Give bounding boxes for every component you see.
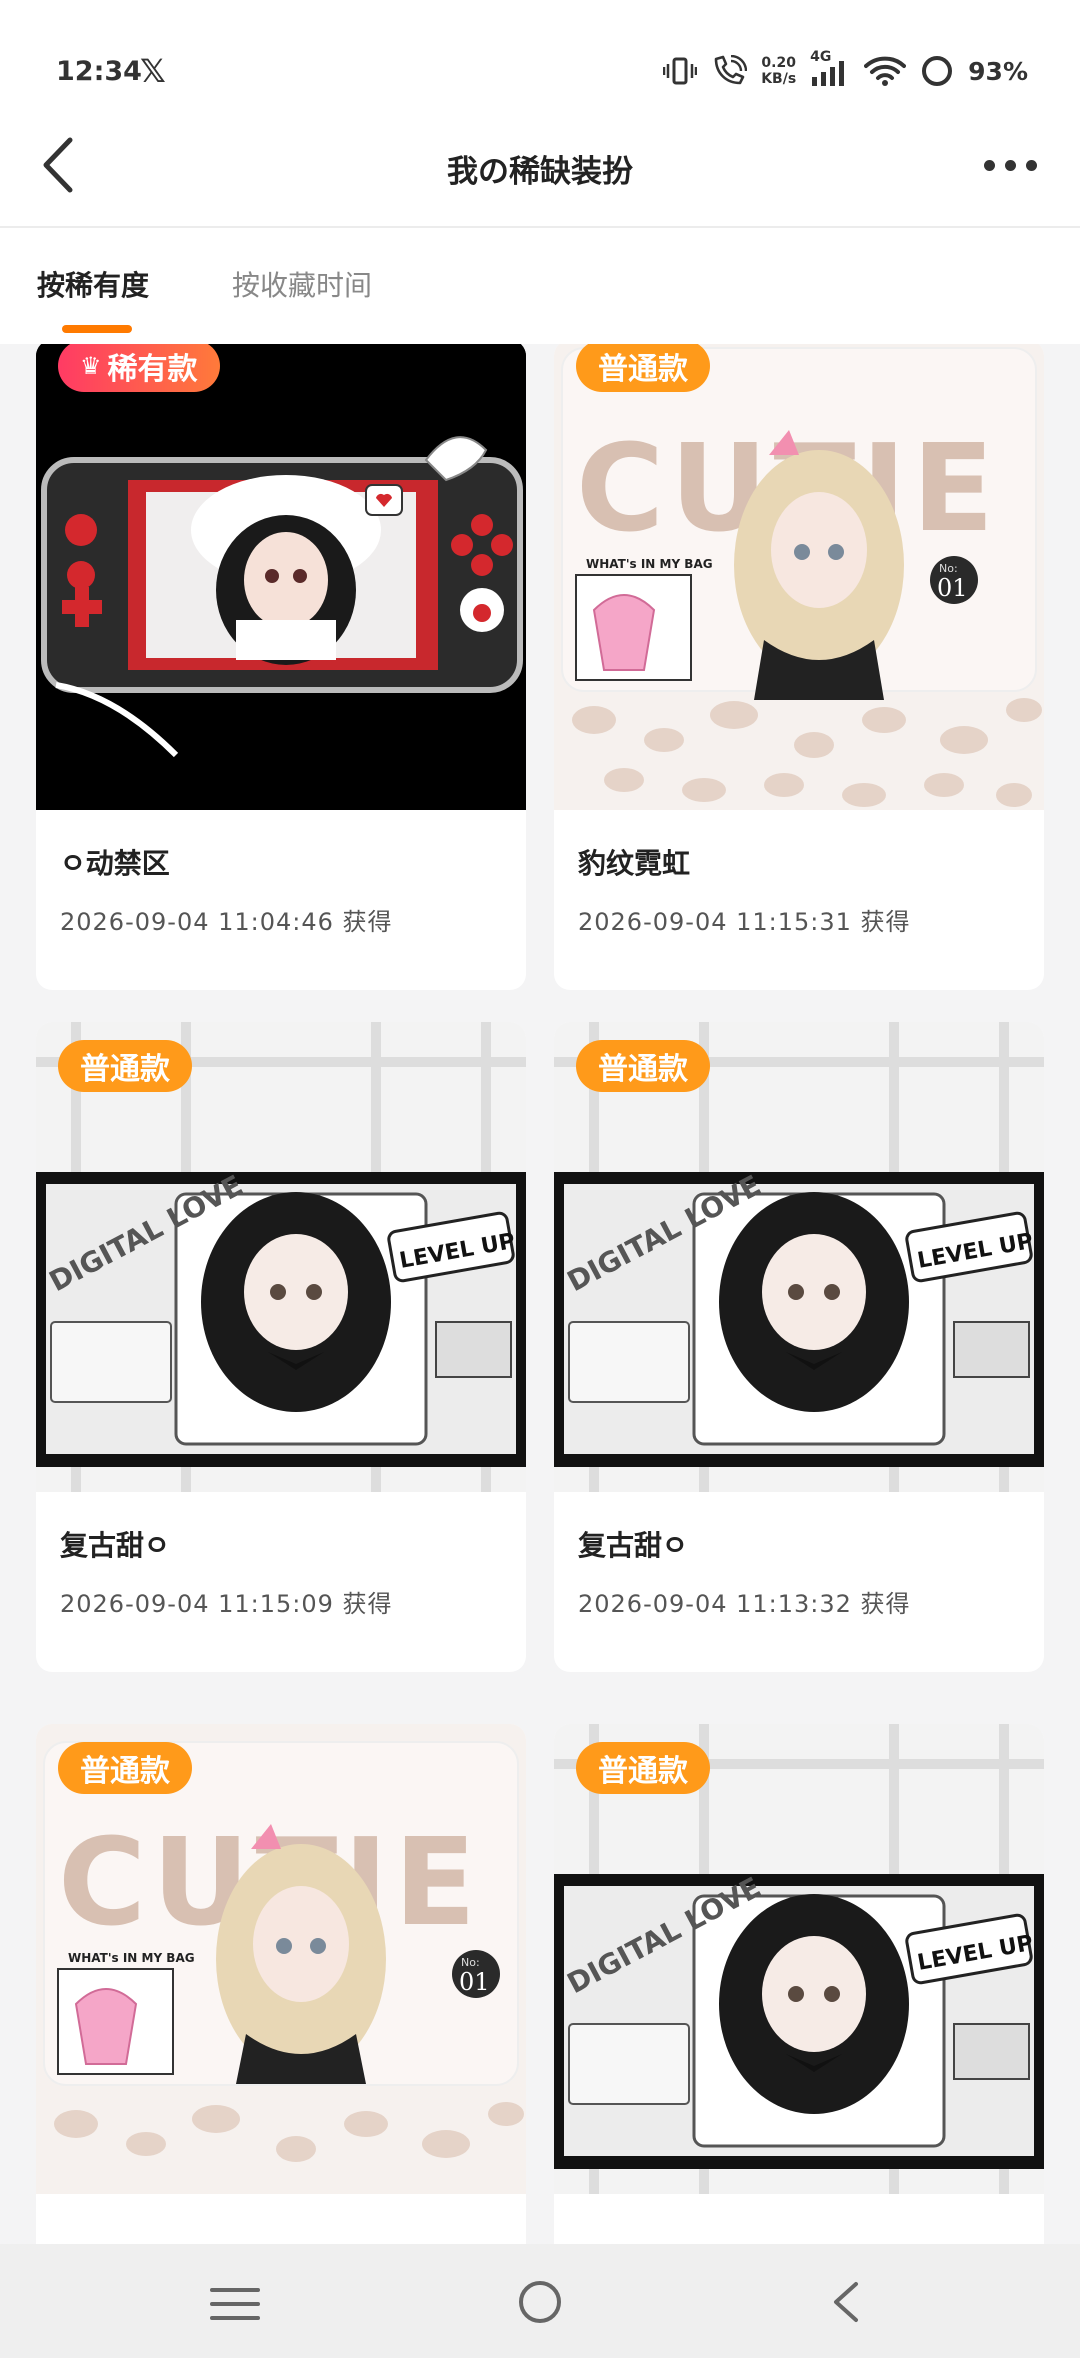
active-tab-indicator bbox=[62, 325, 132, 333]
obtained-date: 2026-09-04 11:13:32 获得 bbox=[578, 1590, 911, 1618]
cutie-leopard-art: CUTIE WHAT's IN MY BAG No: 01 bbox=[36, 1724, 526, 2194]
wifi-icon bbox=[864, 56, 907, 86]
battery-ring-icon bbox=[922, 56, 953, 86]
obtained-date: 2026-09-04 11:04:46 获得 bbox=[60, 908, 393, 936]
costume-card[interactable]: CUTIE WHAT's IN MY BAG No: 01 普通款 bbox=[36, 1724, 526, 2244]
costume-name: 复古甜ㅇ bbox=[578, 1529, 688, 1562]
costume-name: 豹纹霓虹 bbox=[578, 847, 691, 880]
cutie-leopard-art: CUTIE WHAT's IN MY BAG No: 01 bbox=[554, 344, 1044, 810]
sort-tabs: 按稀有度 按收藏时间 bbox=[0, 228, 1080, 344]
digital-love-art: DIGITAL LOVE LEVEL UP bbox=[554, 1724, 1044, 2194]
card-thumbnail: CUTIE WHAT's IN MY BAG No: 01 bbox=[554, 344, 1044, 810]
costume-card[interactable]: DIGITAL LOVE LEVEL UP 普通款 bbox=[554, 1724, 1044, 2244]
costume-name: ㅇ动禁区 bbox=[60, 847, 170, 880]
card-thumbnail bbox=[36, 344, 526, 810]
cute-game-console-art bbox=[36, 344, 526, 810]
card-thumbnail: DIGITAL LOVE LEVEL UP bbox=[554, 1724, 1044, 2194]
net-speed: 0.20 KB/s bbox=[761, 55, 796, 87]
card-thumbnail: DIGITAL LOVE LEVEL UP bbox=[554, 1022, 1044, 1492]
digital-love-art: DIGITAL LOVE LEVEL UP bbox=[554, 1022, 1044, 1492]
art-bag-text: WHAT's IN MY BAG bbox=[68, 1951, 195, 1965]
costume-card[interactable]: DIGITAL LOVE LEVEL UP 普通款 复古甜ㅇ 2026-09-0… bbox=[554, 1022, 1044, 1672]
rarity-badge: 普通款 bbox=[58, 1742, 192, 1794]
rarity-badge: 普通款 bbox=[576, 1742, 710, 1794]
card-thumbnail: CUTIE WHAT's IN MY BAG No: 01 bbox=[36, 1724, 526, 2194]
art-no-number: 01 bbox=[937, 574, 968, 602]
rarity-badge: 普通款 bbox=[576, 344, 710, 392]
costume-name: 复古甜ㅇ bbox=[60, 1529, 170, 1562]
back-chevron-icon[interactable] bbox=[826, 2280, 866, 2324]
status-time: 12:34 bbox=[56, 56, 142, 87]
call-wifi-icon bbox=[714, 55, 748, 85]
costume-card[interactable]: DIGITAL LOVE LEVEL UP 普通款 复古甜ㅇ 2026-09-0… bbox=[36, 1022, 526, 1672]
crown-icon: ♛ bbox=[80, 352, 102, 380]
costume-grid: ♛稀有款 ㅇ动禁区 2026-09-04 11:04:46 获得 CUTIE W… bbox=[36, 344, 1046, 2244]
rarity-badge: 普通款 bbox=[576, 1040, 710, 1092]
obtained-date: 2026-09-04 11:15:31 获得 bbox=[578, 908, 911, 936]
home-circle-icon[interactable] bbox=[516, 2278, 564, 2326]
tab-by-collect-time[interactable]: 按收藏时间 bbox=[232, 264, 372, 304]
x-logo-icon: 𝕏 bbox=[140, 52, 166, 90]
page-title: 我の稀缺装扮 bbox=[447, 154, 633, 190]
tab-by-rarity[interactable]: 按稀有度 bbox=[37, 264, 149, 304]
costume-card[interactable]: CUTIE WHAT's IN MY BAG No: 01 普通款 豹纹霓虹 2… bbox=[554, 344, 1044, 990]
art-bag-text: WHAT's IN MY BAG bbox=[586, 557, 713, 571]
top-nav-bar: 我の稀缺装扮 bbox=[0, 110, 1080, 226]
badge-label: 稀有款 bbox=[107, 352, 198, 387]
net-speed-value: 0.20 bbox=[761, 55, 796, 71]
digital-love-art: DIGITAL LOVE LEVEL UP bbox=[36, 1022, 526, 1492]
art-no-number: 01 bbox=[459, 1968, 490, 1996]
costume-card[interactable]: ♛ 稀有款 ㅇ动禁区 2026-09-04 11:04:46 获得 bbox=[36, 344, 526, 990]
signal-icon: 4G bbox=[810, 49, 850, 87]
battery-level: 93% bbox=[968, 56, 1028, 86]
obtained-date: 2026-09-04 11:15:09 获得 bbox=[60, 1590, 393, 1618]
card-thumbnail: DIGITAL LOVE LEVEL UP bbox=[36, 1022, 526, 1492]
vibrate-icon bbox=[663, 57, 698, 85]
net-speed-unit: KB/s bbox=[761, 71, 797, 87]
status-icons: 0.20 KB/s 4G 93% bbox=[663, 49, 1028, 88]
system-nav-bar bbox=[0, 2244, 1080, 2358]
rarity-badge: 普通款 bbox=[58, 1040, 192, 1092]
rarity-badge: ♛ 稀有款 bbox=[58, 344, 220, 392]
more-dots-icon[interactable] bbox=[970, 140, 1050, 190]
menu-lines-icon[interactable] bbox=[208, 2284, 262, 2324]
